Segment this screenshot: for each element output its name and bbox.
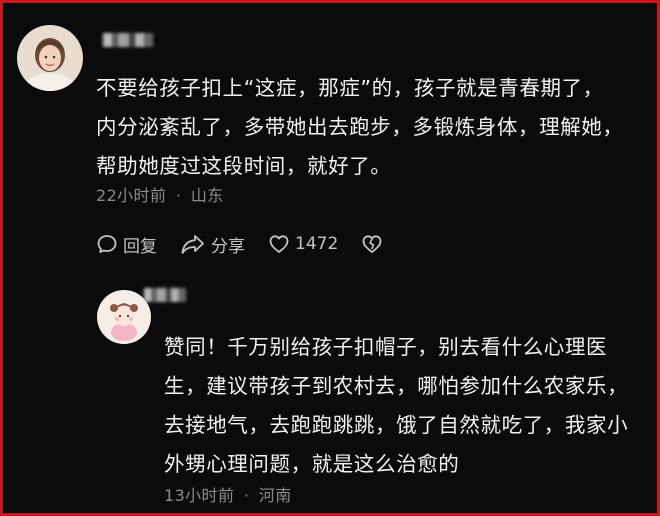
share-arrow-icon (181, 235, 204, 254)
comment-text: 不要给孩子扣上“这症，那症”的，孩子就是青春期了， 内分泌紊乱了，多带她出去跑步… (96, 69, 646, 186)
reply-meta: 13小时前 · 河南 (164, 482, 292, 506)
heart-icon (269, 235, 289, 253)
reply-text-line: 生，建议带孩子到农村去，哪怕参加什么农家乐， (164, 374, 629, 398)
comment-time: 22小时前 (96, 186, 167, 205)
comment-author-name-blurred[interactable] (103, 33, 153, 47)
reply-button[interactable]: 回复 (96, 232, 157, 257)
like-button[interactable]: 1472 (268, 233, 338, 255)
comment-text-line: 不要给孩子扣上“这症，那症”的，孩子就是青春期了， (96, 76, 604, 100)
reply-text-line: 外甥心理问题，就是这么治愈的 (164, 452, 460, 476)
comment-text-line: 内分泌紊乱了，多带她出去跑步，多锻炼身体，理解她， (96, 115, 624, 139)
share-button[interactable]: 分享 (180, 232, 245, 257)
meta-separator: · (243, 486, 250, 505)
comment-action-bar: 回复 分享 1472 (96, 231, 411, 257)
broken-heart-icon (362, 235, 382, 253)
dislike-button[interactable] (361, 233, 388, 255)
reply-time: 13小时前 (164, 486, 235, 505)
reply-text-line: 去接地气，去跑跑跳跳，饿了自然就吃了，我家小 (164, 413, 629, 437)
reply-author-avatar[interactable] (97, 290, 151, 344)
reply-label: 回复 (123, 236, 157, 257)
share-label: 分享 (211, 236, 245, 257)
meta-separator: · (175, 186, 182, 205)
reply-author-name-blurred[interactable] (144, 288, 186, 302)
comment-meta: 22小时前 · 山东 (96, 182, 224, 206)
comment-author-avatar[interactable] (17, 25, 83, 91)
reply-location: 河南 (258, 486, 292, 505)
reply-bubble-icon (97, 235, 117, 253)
reply-text: 赞同！千万别给孩子扣帽子，别去看什么心理医 生，建议带孩子到农村去，哪怕参加什么… (164, 328, 644, 484)
comment-text-line: 帮助她度过这段时间，就好了。 (96, 154, 392, 178)
comment-location: 山东 (190, 186, 224, 205)
like-count: 1472 (295, 234, 339, 254)
reply-text-line: 赞同！千万别给孩子扣帽子，别去看什么心理医 (164, 335, 608, 359)
